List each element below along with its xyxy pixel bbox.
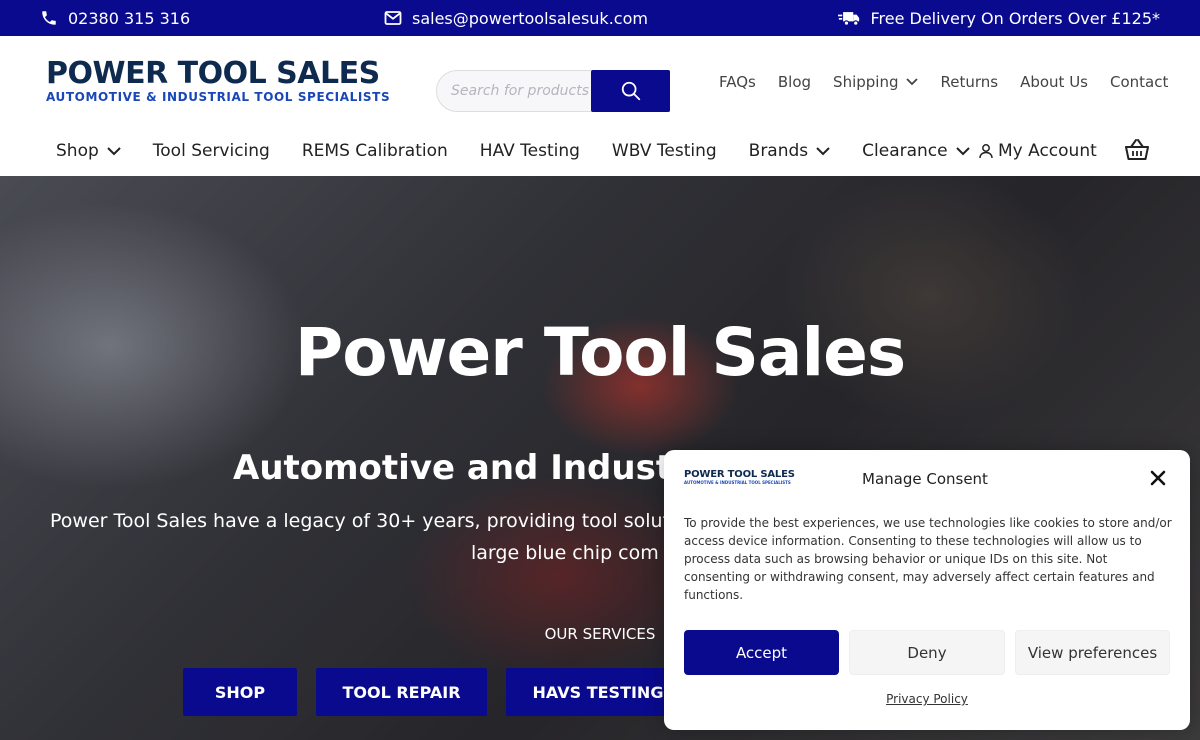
nav-rems-calibration[interactable]: REMS Calibration (302, 138, 448, 164)
main-nav: Shop Tool Servicing REMS Calibration HAV… (56, 138, 1002, 164)
nav-shipping-label: Shipping (833, 73, 899, 91)
nav-returns[interactable]: Returns (940, 72, 998, 92)
user-icon (979, 144, 993, 159)
cart-button[interactable] (1123, 138, 1151, 166)
consent-title: Manage Consent (862, 470, 988, 488)
privacy-policy-link[interactable]: Privacy Policy (664, 692, 1190, 706)
delivery-text: Free Delivery On Orders Over £125* (870, 8, 1160, 28)
consent-logo-tagline: AUTOMOTIVE & INDUSTRIAL TOOL SPECIALISTS (684, 480, 791, 485)
search-input[interactable] (451, 71, 591, 111)
site-header: POWER TOOL SALES AUTOMOTIVE & INDUSTRIAL… (0, 36, 1200, 176)
envelope-icon (384, 11, 402, 25)
consent-message: To provide the best experiences, we use … (684, 516, 1172, 602)
consent-dialog: POWER TOOL SALES AUTOMOTIVE & INDUSTRIAL… (664, 450, 1190, 730)
my-account-link[interactable]: My Account (978, 138, 1097, 164)
nav-about-us[interactable]: About Us (1020, 72, 1088, 92)
shop-button[interactable]: SHOP (183, 668, 297, 716)
nav-hav-testing[interactable]: HAV Testing (480, 138, 580, 164)
accept-button[interactable]: Accept (684, 630, 839, 675)
nav-tool-servicing-label: Tool Servicing (152, 141, 270, 161)
nav-tool-servicing[interactable]: Tool Servicing (153, 138, 270, 164)
secondary-nav: FAQs Blog Shipping Returns About Us Cont… (719, 72, 1190, 92)
search-button[interactable] (591, 70, 670, 112)
my-account-label: My Account (998, 141, 1097, 161)
delivery-notice: Free Delivery On Orders Over £125* (838, 0, 1160, 36)
nav-clearance[interactable]: Clearance (862, 138, 970, 164)
hero-description-line-2: large blue chip com (471, 542, 659, 564)
chevron-down-icon (906, 78, 919, 86)
phone-number: 02380 315 316 (68, 8, 191, 28)
hero-title: Power Tool Sales (294, 314, 906, 391)
logo-title: POWER TOOL SALES (46, 56, 380, 91)
search-icon (621, 81, 640, 101)
nav-shop-label: Shop (56, 141, 99, 161)
phone-icon (42, 11, 56, 25)
delivery-truck-icon (838, 12, 860, 26)
nav-faqs[interactable]: FAQs (719, 72, 756, 92)
consent-logo: POWER TOOL SALES AUTOMOTIVE & INDUSTRIAL… (684, 469, 795, 485)
nav-shop[interactable]: Shop (56, 138, 121, 164)
nav-clearance-label: Clearance (862, 141, 948, 161)
nav-shipping[interactable]: Shipping (833, 72, 919, 92)
basket-icon (1125, 139, 1149, 160)
nav-hav-testing-label: HAV Testing (479, 141, 580, 161)
chevron-down-icon (107, 146, 121, 155)
phone-contact[interactable]: 02380 315 316 (40, 0, 190, 36)
nav-brands[interactable]: Brands (749, 138, 831, 164)
nav-contact[interactable]: Contact (1110, 72, 1168, 92)
nav-brands-label: Brands (748, 141, 809, 161)
tool-repair-button[interactable]: TOOL REPAIR (316, 668, 487, 716)
view-preferences-button[interactable]: View preferences (1015, 630, 1170, 675)
site-logo[interactable]: POWER TOOL SALES AUTOMOTIVE & INDUSTRIAL… (46, 56, 396, 105)
close-icon (1150, 470, 1166, 486)
email-contact[interactable]: sales@powertoolsalesuk.com (384, 0, 648, 36)
havs-testing-button[interactable]: HAVS TESTING (506, 668, 690, 716)
hero-description-line-1: Power Tool Sales have a legacy of 30+ ye… (50, 510, 671, 532)
close-button[interactable] (1150, 470, 1166, 490)
consent-logo-title: POWER TOOL SALES (684, 469, 795, 480)
nav-wbv-testing-label: WBV Testing (611, 141, 717, 161)
chevron-down-icon (955, 146, 970, 155)
logo-tagline: AUTOMOTIVE & INDUSTRIAL TOOL SPECIALISTS (46, 90, 391, 104)
nav-blog[interactable]: Blog (778, 72, 811, 92)
nav-wbv-testing[interactable]: WBV Testing (612, 138, 717, 164)
top-info-bar: 02380 315 316 sales@powertoolsalesuk.com… (0, 0, 1200, 36)
deny-button[interactable]: Deny (849, 630, 1005, 675)
hero-subtitle: Automotive and Industri (233, 448, 701, 488)
nav-rems-calibration-label: REMS Calibration (301, 141, 448, 161)
chevron-down-icon (816, 146, 830, 155)
email-address: sales@powertoolsalesuk.com (412, 8, 648, 28)
